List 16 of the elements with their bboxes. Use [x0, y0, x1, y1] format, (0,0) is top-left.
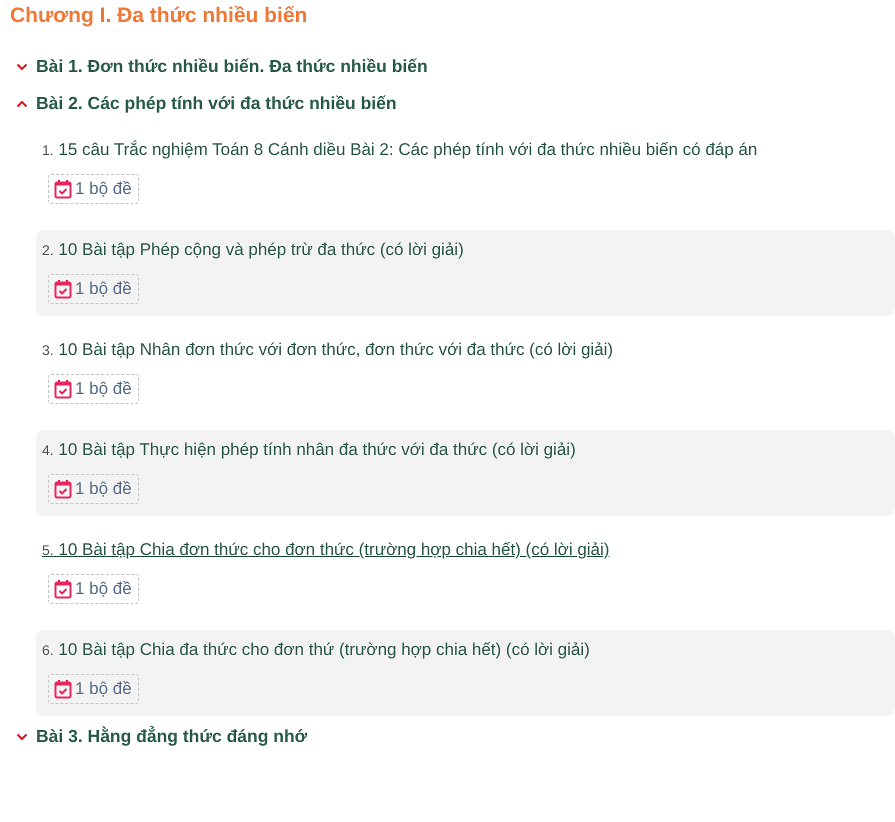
exercise-link[interactable]: 3. 10 Bài tập Nhân đơn thức với đơn thức, đơn thức với đa thức (có lời giải) [42, 340, 614, 360]
chapter-title: Chương I. Đa thức nhiều biến [10, 4, 308, 28]
badge-text: 1 bộ đề [75, 479, 132, 499]
exercise-link[interactable]: 1. 15 câu Trắc nghiệm Toán 8 Cánh diều Bài 2: Các phép tính với đa thức nhiều biến có đáp án [42, 140, 758, 160]
exercise-link[interactable]: 4. 10 Bài tập Thực hiện phép tính nhân đa thức với đa thức (có lời giải) [42, 440, 576, 460]
badge-text: 1 bộ đề [75, 279, 132, 299]
exercise-link[interactable]: 2. 10 Bài tập Phép cộng và phép trừ đa thức (có lời giải) [42, 240, 464, 260]
badge-text: 1 bộ đề [75, 179, 132, 199]
badge-text: 1 bộ đề [75, 379, 132, 399]
lesson-toggle[interactable]: Bài 3. Hằng đẳng thức đáng nhớ [16, 726, 308, 747]
badge-text: 1 bộ đề [75, 579, 132, 599]
lesson-toggle[interactable]: Bài 2. Các phép tính với đa thức nhiều biến [16, 93, 397, 114]
badge-text: 1 bộ đề [75, 679, 132, 699]
exercise-link[interactable]: 6. 10 Bài tập Chia đa thức cho đơn thứ (trường hợp chia hết) (có lời giải) [42, 640, 590, 660]
lesson-toggle[interactable]: Bài 1. Đơn thức nhiều biến. Đa thức nhiều biến [16, 56, 428, 77]
exercise-link[interactable]: 5. 10 Bài tập Chia đơn thức cho đơn thức (trường hợp chia hết) (có lời giải) [42, 540, 610, 560]
